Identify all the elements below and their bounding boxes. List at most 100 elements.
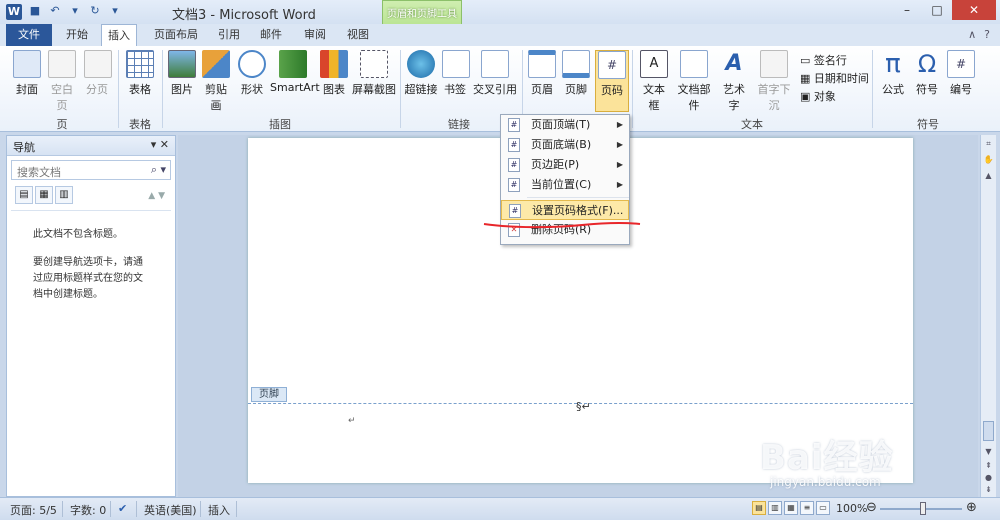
number-button[interactable]: # 编号	[946, 50, 976, 97]
watermark-logo: Bai经验	[760, 438, 894, 478]
blank-page-button[interactable]: 空白页	[46, 50, 78, 113]
omega-icon: Ω	[917, 50, 937, 78]
smartart-icon	[279, 50, 307, 78]
tab-references[interactable]: 引用	[218, 24, 240, 46]
undo-icon[interactable]: ↶	[48, 4, 62, 18]
status-divider	[200, 501, 201, 517]
word-count[interactable]: 字数: 0	[70, 502, 106, 518]
nav-header: 导航 ▾ ✕	[7, 136, 175, 156]
tab-mailings[interactable]: 邮件	[260, 24, 282, 46]
outline-icon[interactable]: ≡	[800, 501, 814, 515]
header-button[interactable]: 页眉	[528, 50, 556, 97]
dropcap-button[interactable]: 首字下沉	[753, 50, 795, 113]
customize-qat-icon[interactable]: ▾	[108, 4, 122, 18]
bookmark-icon	[442, 50, 470, 78]
hyperlink-button[interactable]: 超链接	[404, 50, 438, 97]
tab-view[interactable]: 视图	[347, 24, 369, 46]
picture-button[interactable]: 图片	[168, 50, 196, 97]
help-icons: ∧ ?	[968, 28, 990, 41]
menu-item-page-margins[interactable]: # 页边距(P) ▶	[501, 155, 629, 175]
picture-label: 图片	[171, 83, 193, 96]
search-icon[interactable]: ⌕ ▾	[151, 163, 166, 177]
screenshot-button[interactable]: 屏幕截图	[352, 50, 396, 97]
tab-home[interactable]: 开始	[66, 24, 88, 46]
nav-search-placeholder: 搜索文档	[17, 166, 61, 179]
cursor-paragraph-mark[interactable]: §↵	[576, 400, 591, 413]
chart-icon	[320, 50, 348, 78]
maximize-button[interactable]: □	[922, 0, 952, 20]
prev-page-icon[interactable]: ⇞	[983, 461, 994, 470]
bookmark-button[interactable]: 书签	[442, 50, 470, 97]
help-icon[interactable]: ?	[984, 28, 990, 41]
dropdown-icon[interactable]: ▾	[68, 4, 82, 18]
quickparts-button[interactable]: 文档部件	[674, 50, 714, 113]
redo-icon[interactable]: ↻	[88, 4, 102, 18]
insert-mode[interactable]: 插入	[208, 502, 230, 518]
equation-button[interactable]: π 公式	[878, 50, 908, 97]
minimize-button[interactable]: –	[892, 0, 922, 20]
status-divider	[136, 501, 137, 517]
page-count[interactable]: 页面: 5/5	[10, 502, 57, 518]
zoom-level[interactable]: 100%	[836, 502, 867, 515]
tab-review[interactable]: 审阅	[304, 24, 326, 46]
wordart-button[interactable]: A 艺术字	[718, 50, 750, 113]
next-page-icon[interactable]: ⇟	[983, 485, 994, 494]
menu-item-current-position[interactable]: # 当前位置(C) ▶	[501, 175, 629, 195]
web-layout-icon[interactable]: ▦	[784, 501, 798, 515]
browse-object-icon[interactable]: ●	[983, 473, 994, 482]
symbol-label: 符号	[916, 83, 938, 96]
nav-close-icon[interactable]: ▾ ✕	[151, 138, 169, 151]
nav-arrows-icon[interactable]: ▲ ▼	[148, 188, 165, 206]
zoom-slider-knob[interactable]	[920, 502, 926, 515]
smartart-button[interactable]: SmartArt	[270, 50, 320, 94]
title-bar: W ■ ↶ ▾ ↻ ▾ 文档3 - Microsoft Word – □ ✕	[0, 0, 1000, 24]
nav-search-input[interactable]: 搜索文档 ⌕ ▾	[11, 160, 171, 180]
zoom-out-icon[interactable]: ⊖	[866, 500, 877, 515]
page-break-button[interactable]: 分页	[84, 50, 112, 97]
full-screen-reading-icon[interactable]: ▥	[768, 501, 782, 515]
footer-button[interactable]: 页脚	[562, 50, 590, 97]
red-annotation-underline	[483, 221, 641, 229]
tab-insert[interactable]: 插入	[101, 24, 137, 46]
datetime-button[interactable]: ▦ 日期和时间	[800, 70, 869, 86]
tab-file[interactable]: 文件	[6, 24, 52, 46]
symbol-button[interactable]: Ω 符号	[912, 50, 942, 97]
headings-view-icon[interactable]: ▤	[15, 186, 33, 204]
page-number-button[interactable]: # 页码	[595, 50, 629, 112]
nav-message-1: 此文档不包含标题。	[33, 229, 123, 240]
save-icon[interactable]: ■	[28, 4, 42, 18]
paragraph-mark: ↵	[348, 416, 356, 426]
smartart-label: SmartArt	[270, 81, 320, 94]
language[interactable]: 英语(美国)	[144, 502, 197, 518]
print-layout-icon[interactable]: ▤	[752, 501, 766, 515]
scroll-up-icon[interactable]: ▲	[983, 171, 994, 180]
crossref-button[interactable]: 交叉引用	[472, 50, 518, 97]
scrollbar-thumb[interactable]	[983, 421, 994, 441]
zoom-in-icon[interactable]: ⊕	[966, 500, 977, 515]
scroll-down-icon[interactable]: ▼	[983, 447, 994, 456]
shapes-button[interactable]: 形状	[238, 50, 266, 97]
cover-button[interactable]: 封面	[12, 50, 42, 97]
table-button[interactable]: 表格	[126, 50, 154, 97]
proofing-icon[interactable]: ✔	[118, 502, 127, 515]
close-button[interactable]: ✕	[952, 0, 996, 20]
page-break-label: 分页	[86, 83, 108, 96]
wordart-icon: A	[725, 51, 743, 76]
pages-view-icon[interactable]: ▦	[35, 186, 53, 204]
object-button[interactable]: ▣ 对象	[800, 88, 836, 104]
vertical-scrollbar[interactable]: ⌗ ✋ ▲ ▼ ⇞ ● ⇟	[980, 135, 996, 497]
results-view-icon[interactable]: ▥	[55, 186, 73, 204]
clipart-button[interactable]: 剪贴画	[200, 50, 232, 113]
ruler-toggle-icon[interactable]: ⌗	[983, 139, 994, 149]
textbox-button[interactable]: A 文本框	[638, 50, 670, 113]
tab-page-layout[interactable]: 页面布局	[154, 24, 198, 46]
menu-item-bottom-of-page[interactable]: # 页面底端(B) ▶	[501, 135, 629, 155]
signature-line-button[interactable]: ▭ 签名行	[800, 52, 847, 68]
page-group-label: 页	[56, 118, 68, 131]
menu-item-top-of-page[interactable]: # 页面顶端(T) ▶	[501, 115, 629, 135]
draft-icon[interactable]: ▭	[816, 501, 830, 515]
word-logo-icon[interactable]: W	[6, 4, 22, 20]
chart-button[interactable]: 图表	[320, 50, 348, 97]
hand-icon[interactable]: ✋	[983, 155, 994, 164]
collapse-ribbon-icon[interactable]: ∧	[968, 28, 976, 41]
